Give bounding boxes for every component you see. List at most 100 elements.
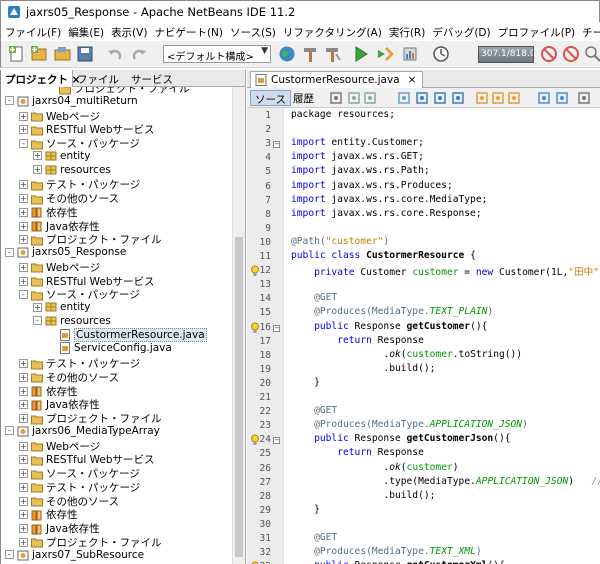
collapse-icon[interactable]: - <box>5 96 14 106</box>
menu-item[interactable]: リファクタリング(A) <box>279 22 385 41</box>
tree-node-selected[interactable]: CustormerResource.java <box>47 327 207 343</box>
tree-node[interactable]: + resources <box>33 164 111 178</box>
menu-item[interactable]: ファイル(F) <box>1 22 64 41</box>
expand-icon[interactable]: + <box>19 235 28 245</box>
previous-bookmark-icon[interactable] <box>491 91 505 105</box>
tree-node[interactable]: - jaxrs04_multiReturn <box>5 95 138 109</box>
fold-icon[interactable]: − <box>273 141 280 149</box>
memory-indicator[interactable]: 307.1/818.0MB <box>478 46 534 63</box>
close-icon[interactable]: × <box>408 74 417 86</box>
collapse-icon[interactable]: - <box>33 316 42 326</box>
expand-icon[interactable]: + <box>19 414 28 423</box>
tree-node[interactable]: - resources <box>33 315 111 329</box>
tree-node[interactable]: - ソース・パッケージ <box>19 287 140 301</box>
expand-icon[interactable]: + <box>19 482 28 492</box>
new-file-icon[interactable] <box>7 44 27 64</box>
menu-item[interactable]: デバッグ(D) <box>428 22 493 41</box>
stop-icon[interactable] <box>561 44 581 64</box>
expand-icon[interactable]: + <box>33 165 42 174</box>
tree-node[interactable]: + ソース・パッケージ <box>19 466 140 480</box>
toggle-highlight-icon[interactable] <box>329 91 343 105</box>
tree-node[interactable]: + RESTful Webサービス <box>19 452 155 466</box>
expand-icon[interactable]: + <box>19 400 28 410</box>
save-all-icon[interactable] <box>75 44 95 64</box>
expand-icon[interactable]: + <box>33 302 42 312</box>
tree-node[interactable]: + プロジェクト・ファイル <box>19 232 162 246</box>
tree-node[interactable]: + Webページ <box>19 439 100 453</box>
menu-item[interactable]: ナビゲート(N) <box>150 22 226 41</box>
gc-icon[interactable] <box>539 44 559 64</box>
tree-node[interactable]: + Java依存性 <box>19 521 100 535</box>
tree-node[interactable]: + テスト・パッケージ <box>19 177 140 191</box>
open-project-icon[interactable] <box>53 44 73 64</box>
expand-icon[interactable]: + <box>19 180 28 190</box>
find-selection-icon[interactable] <box>451 91 465 105</box>
collapse-icon[interactable]: - <box>5 550 14 559</box>
profile-project-icon[interactable] <box>431 44 451 64</box>
fold-icon[interactable]: − <box>273 437 280 445</box>
menu-item[interactable]: 表示(V) <box>107 22 150 41</box>
tree-node[interactable]: + 依存性 <box>19 507 78 521</box>
expand-icon[interactable]: + <box>19 194 28 203</box>
tree-node[interactable]: - ソース・パッケージ <box>19 136 140 150</box>
hint-bulb-icon[interactable] <box>250 322 260 334</box>
back-icon[interactable] <box>347 91 361 105</box>
tree-node[interactable]: ServiceConfig.java <box>47 342 172 356</box>
tree-scrollbar[interactable] <box>232 87 245 564</box>
tab-files[interactable]: ファイル <box>73 70 127 87</box>
search-icon[interactable] <box>583 44 600 64</box>
menu-item[interactable]: ソース(S) <box>226 22 279 41</box>
expand-icon[interactable]: + <box>19 537 28 547</box>
tree-node[interactable]: + その他のソース <box>19 191 119 205</box>
collapse-icon[interactable]: - <box>19 139 28 148</box>
menu-item[interactable]: 編集(E) <box>64 22 107 41</box>
expand-icon[interactable]: + <box>19 441 28 451</box>
expand-icon[interactable]: + <box>19 496 28 506</box>
collapse-icon[interactable]: - <box>5 247 14 257</box>
tree-node[interactable]: + Webページ <box>19 109 100 123</box>
tree-node[interactable]: + 依存性 <box>19 205 78 219</box>
undo-icon[interactable] <box>105 44 125 64</box>
clean-build-icon[interactable] <box>323 44 343 64</box>
hint-bulb-icon[interactable] <box>250 265 260 277</box>
build-hammer-icon[interactable] <box>301 44 321 64</box>
next-bookmark-icon[interactable] <box>507 91 521 105</box>
debug-icon[interactable] <box>375 44 395 64</box>
tree-node[interactable]: + RESTful Webサービス <box>19 274 155 288</box>
expand-icon[interactable]: + <box>19 276 28 286</box>
globe-icon[interactable] <box>277 44 297 64</box>
find-next-icon[interactable] <box>433 91 447 105</box>
tab-projects[interactable]: プロジェクト × <box>1 70 80 87</box>
expand-icon[interactable]: + <box>19 524 28 533</box>
editor-tab-file[interactable]: CustormerResource.java × <box>250 71 424 88</box>
expand-icon[interactable]: + <box>19 359 28 368</box>
tree-node[interactable]: + 依存性 <box>19 384 78 398</box>
menu-item[interactable]: 実行(R) <box>385 22 429 41</box>
tree-node[interactable]: - jaxrs07_SubResource <box>5 549 144 563</box>
expand-icon[interactable]: + <box>19 262 28 272</box>
tree-node[interactable]: + entity <box>33 301 90 315</box>
tree-node[interactable]: + プロジェクト・ファイル <box>19 411 162 425</box>
expand-icon[interactable]: + <box>19 111 28 121</box>
collapse-icon[interactable]: - <box>19 290 28 300</box>
tree-node[interactable]: + その他のソース <box>19 370 119 384</box>
tree-node[interactable]: + テスト・パッケージ <box>19 356 140 370</box>
expand-icon[interactable]: + <box>19 386 28 396</box>
tree-node[interactable]: + RESTful Webサービス <box>19 122 155 136</box>
config-select[interactable]: <デフォルト構成> ▼ <box>163 45 271 63</box>
expand-icon[interactable]: + <box>19 372 28 382</box>
fold-icon[interactable]: − <box>273 324 280 332</box>
forward-icon[interactable] <box>363 91 377 105</box>
new-project-icon[interactable] <box>29 44 49 64</box>
find-icon[interactable] <box>397 91 411 105</box>
tree-node[interactable]: + プロジェクト・ファイル <box>19 535 162 549</box>
expand-icon[interactable]: + <box>19 207 28 217</box>
find-previous-icon[interactable] <box>415 91 429 105</box>
scrollbar-thumb[interactable] <box>235 237 243 557</box>
shift-left-icon[interactable] <box>537 91 551 105</box>
expand-icon[interactable]: + <box>19 469 28 478</box>
collapse-icon[interactable]: - <box>5 426 14 436</box>
tree-node[interactable]: + Webページ <box>19 260 100 274</box>
tab-source[interactable]: ソース <box>250 90 291 106</box>
profile-icon[interactable] <box>401 44 421 64</box>
